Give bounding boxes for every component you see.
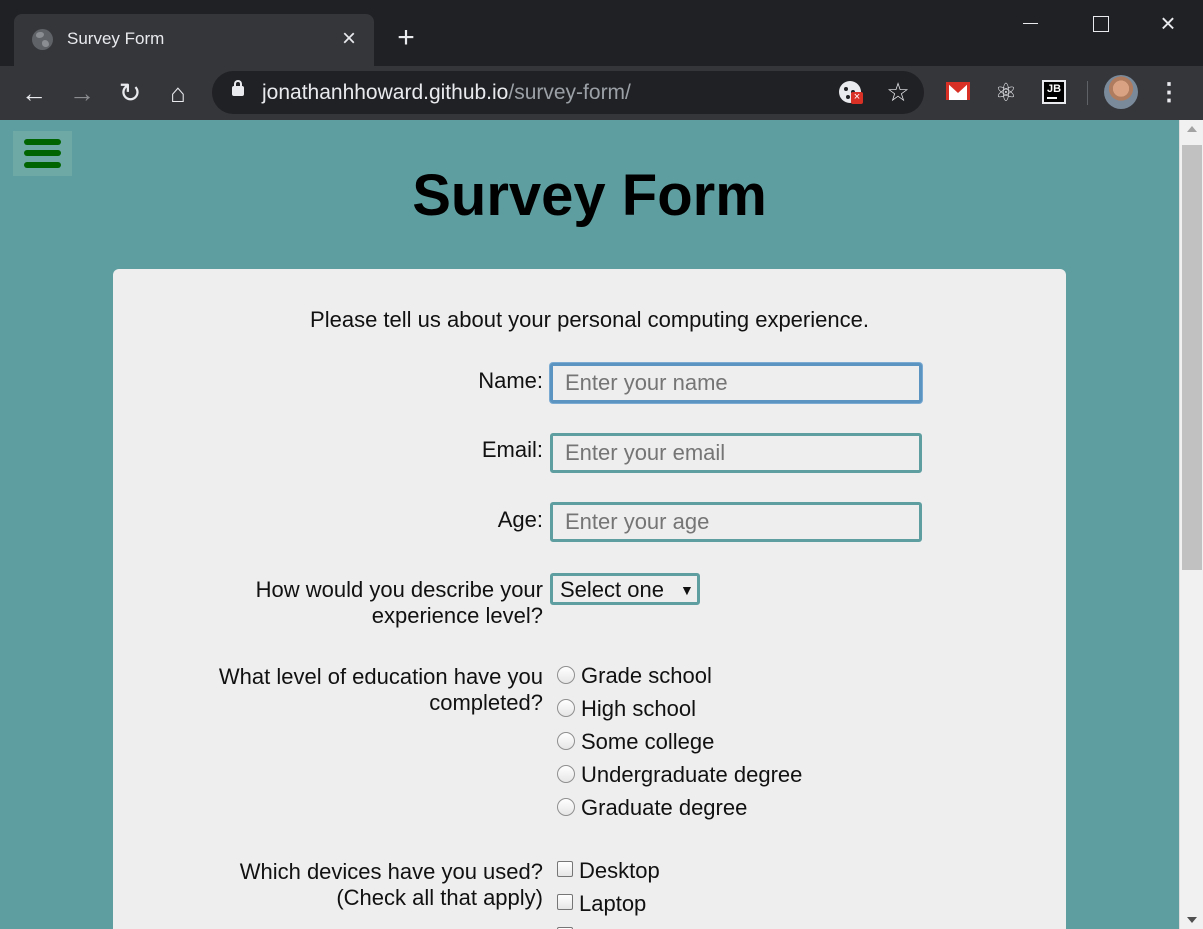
radio-button[interactable] [557,699,575,717]
tab-close-icon[interactable]: × [336,26,362,52]
radio-button[interactable] [557,765,575,783]
option-label: Laptop [579,891,647,916]
experience-select[interactable]: Select one ▼ [550,573,700,605]
url-domain: jonathanhhoward.github.io [262,81,509,104]
experience-label: How would you describe your experience l… [256,577,543,629]
devices-label: Which devices have you used? (Check all … [240,859,543,911]
vertical-scrollbar[interactable] [1179,120,1203,929]
page-title: Survey Form [412,163,767,228]
name-input[interactable] [550,363,922,403]
minimize-icon[interactable] [1017,10,1045,38]
option-label: Desktop [579,858,660,883]
globe-icon [32,29,53,50]
lock-icon [232,80,244,96]
age-label: Age: [497,507,543,532]
survey-form: Please tell us about your personal compu… [113,269,1066,929]
browser-titlebar: Survey Form × + × [0,0,1203,66]
window-close-icon[interactable]: × [1154,10,1182,38]
experience-select-value: Select one [560,577,664,602]
page-viewport: Survey Form Please tell us about your pe… [0,120,1179,929]
tab-title: Survey Form [67,29,165,48]
forward-arrow-icon[interactable]: → [67,78,97,108]
education-label: What level of education have you complet… [219,664,543,716]
radio-button[interactable] [557,732,575,750]
radio-button[interactable] [557,666,575,684]
education-label-line1: What level of education have you [218,664,543,689]
experience-label-line1: How would you describe your [255,577,543,602]
checkbox[interactable] [557,861,573,877]
age-input[interactable] [550,502,922,542]
form-description: Please tell us about your personal compu… [310,307,869,332]
experience-label-line2: experience level? [371,603,543,628]
browser-toolbar: ← → ↻ ⌂ jonathanhhoward.github.io/survey… [0,66,1203,120]
toolbar-divider [1087,81,1088,105]
option-label: Some college [581,729,715,754]
home-icon[interactable]: ⌂ [163,78,193,108]
option-label: Grade school [581,663,712,688]
name-label: Name: [478,368,543,393]
profile-avatar[interactable] [1104,75,1138,109]
option-label: Undergraduate degree [581,762,803,787]
browser-tab[interactable]: Survey Form × [14,14,374,66]
option-label: High school [581,696,696,721]
blocked-cookie-icon[interactable] [839,81,863,104]
scrollbar-thumb[interactable] [1182,145,1202,570]
address-bar[interactable]: jonathanhhoward.github.io/survey-form/ ☆ [212,71,924,114]
devices-label-line2: (Check all that apply) [336,885,543,910]
checkbox[interactable] [557,894,573,910]
devices-label-line1: Which devices have you used? [239,859,543,884]
jetbrains-extension-icon[interactable]: JB [1042,80,1066,104]
url-text[interactable]: jonathanhhoward.github.io/survey-form/ [262,81,631,105]
gmail-extension-icon[interactable] [946,82,970,100]
scroll-up-arrow-icon[interactable] [1187,126,1197,132]
maximize-icon[interactable] [1086,10,1114,38]
url-path: /survey-form/ [508,81,631,104]
email-label: Email: [481,437,543,462]
education-label-line2: completed? [429,690,543,715]
scroll-down-arrow-icon[interactable] [1187,917,1197,923]
radio-button[interactable] [557,798,575,816]
reload-icon[interactable]: ↻ [115,78,145,108]
option-label: Graduate degree [581,795,748,820]
new-tab-icon[interactable]: + [392,23,420,53]
dropdown-arrow-icon: ▼ [680,582,694,598]
bookmark-star-icon[interactable]: ☆ [884,78,912,106]
back-arrow-icon[interactable]: ← [19,78,49,108]
email-input[interactable] [550,433,922,473]
browser-menu-icon[interactable]: ⋮ [1157,78,1181,108]
react-devtools-icon[interactable]: ⚛ [993,80,1019,106]
